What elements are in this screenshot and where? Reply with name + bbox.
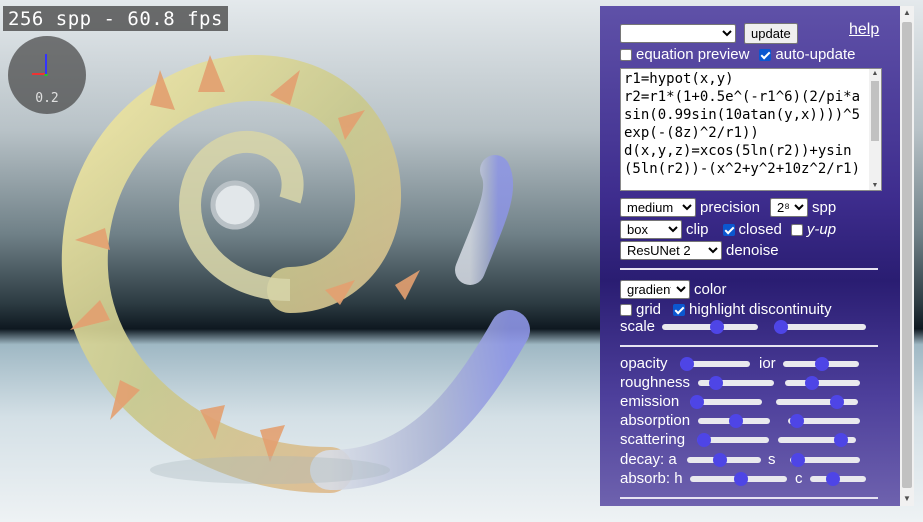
scroll-down-icon[interactable]: ▼ [900, 492, 914, 506]
equation-preview-checkbox[interactable] [620, 48, 632, 61]
decay-a-slider[interactable] [687, 453, 761, 467]
y-up-label: y-up [806, 221, 837, 238]
slider-knob[interactable] [789, 414, 804, 428]
emission-label: emission [620, 393, 680, 410]
color-select[interactable]: gradient [620, 280, 690, 299]
equation-text: r1=hypot(x,y) r2=r1*(1+0.5e^(-r1^6)(2/pi… [624, 71, 861, 177]
divider [620, 497, 878, 499]
scale-slider-a[interactable] [662, 320, 758, 334]
absorption-label: absorption [620, 412, 691, 429]
grid-checkbox[interactable] [620, 303, 632, 316]
emission-slider-b[interactable] [776, 395, 858, 409]
slider-knob[interactable] [774, 320, 788, 334]
slider-knob[interactable] [805, 376, 820, 390]
slider-knob[interactable] [709, 376, 724, 390]
slider-knob[interactable] [825, 472, 840, 486]
scrollbar-thumb[interactable] [902, 22, 912, 488]
roughness-slider-a[interactable] [698, 376, 774, 390]
absorb-h-slider[interactable] [690, 472, 787, 486]
scattering-slider-b[interactable] [778, 433, 856, 447]
update-button[interactable]: update [744, 23, 798, 44]
control-panel: update help equation preview auto-update… [600, 6, 900, 506]
scale-slider-b[interactable] [774, 320, 866, 334]
highlight-discontinuity-label: highlight discontinuity [689, 301, 832, 318]
slider-knob[interactable] [690, 395, 704, 409]
absorption-slider-a[interactable] [698, 414, 770, 428]
y-up-checkbox[interactable] [790, 223, 803, 236]
help-link[interactable]: help [849, 21, 879, 39]
closed-checkbox[interactable] [722, 223, 735, 236]
slider-knob[interactable] [830, 395, 845, 409]
axis-gizmo[interactable]: 0.2 [8, 36, 86, 114]
highlight-discontinuity-checkbox[interactable] [673, 303, 686, 316]
slider-knob[interactable] [697, 433, 711, 447]
slider-knob[interactable] [815, 357, 830, 371]
slider-knob[interactable] [791, 453, 806, 467]
decay-s-slider[interactable] [790, 453, 860, 467]
scroll-up-icon[interactable]: ▲ [900, 6, 914, 20]
decay-s-label: s [768, 451, 776, 468]
slider-knob[interactable] [834, 433, 849, 447]
equation-textarea[interactable]: r1=hypot(x,y) r2=r1*(1+0.5e^(-r1^6)(2/pi… [620, 68, 882, 191]
denoise-label: denoise [726, 242, 779, 259]
preset-select[interactable] [620, 24, 736, 43]
spp-label: spp [812, 199, 837, 216]
slider-knob[interactable] [712, 453, 727, 467]
scattering-slider-a[interactable] [697, 433, 769, 447]
clip-select[interactable]: box [620, 220, 682, 239]
opacity-label: opacity [620, 355, 668, 372]
denoise-select[interactable]: ResUNet 2 [620, 241, 722, 260]
scroll-down-icon[interactable]: ▼ [869, 182, 881, 189]
scattering-label: scattering [620, 431, 686, 448]
divider [620, 268, 878, 270]
slider-knob[interactable] [680, 357, 694, 371]
fps-counter: 256 spp - 60.8 fps [3, 6, 228, 31]
auto-update-checkbox[interactable] [759, 48, 772, 61]
slider-knob[interactable] [728, 414, 743, 428]
panel-scrollbar[interactable]: ▲ ▼ [900, 6, 914, 506]
roughness-slider-b[interactable] [785, 376, 860, 390]
absorb-h-label: absorb: h [620, 470, 683, 487]
absorb-c-slider[interactable] [810, 472, 866, 486]
roughness-label: roughness [620, 374, 691, 391]
precision-label: precision [700, 199, 761, 216]
auto-update-label: auto-update [775, 46, 856, 63]
clip-label: clip [686, 221, 709, 238]
decay-a-label: decay: a [620, 451, 677, 468]
ior-label: ior [759, 355, 776, 372]
emission-slider-a[interactable] [690, 395, 762, 409]
opacity-slider[interactable] [680, 357, 750, 371]
equation-preview-label: equation preview [636, 46, 750, 63]
precision-select[interactable]: medium [620, 198, 696, 217]
absorption-slider-b[interactable] [788, 414, 860, 428]
scale-label: scale [620, 318, 656, 335]
zoom-value: 0.2 [35, 91, 59, 106]
equation-scrollbar[interactable]: ▲ ▼ [869, 69, 881, 190]
scroll-up-icon[interactable]: ▲ [869, 70, 881, 77]
slider-knob[interactable] [733, 472, 748, 486]
absorb-c-label: c [795, 470, 803, 487]
spp-select[interactable]: 2⁸ [770, 198, 809, 217]
slider-knob[interactable] [709, 320, 724, 334]
ior-slider[interactable] [783, 357, 859, 371]
grid-label: grid [636, 301, 662, 318]
closed-label: closed [738, 221, 782, 238]
color-label: color [694, 281, 727, 298]
divider [620, 345, 878, 347]
